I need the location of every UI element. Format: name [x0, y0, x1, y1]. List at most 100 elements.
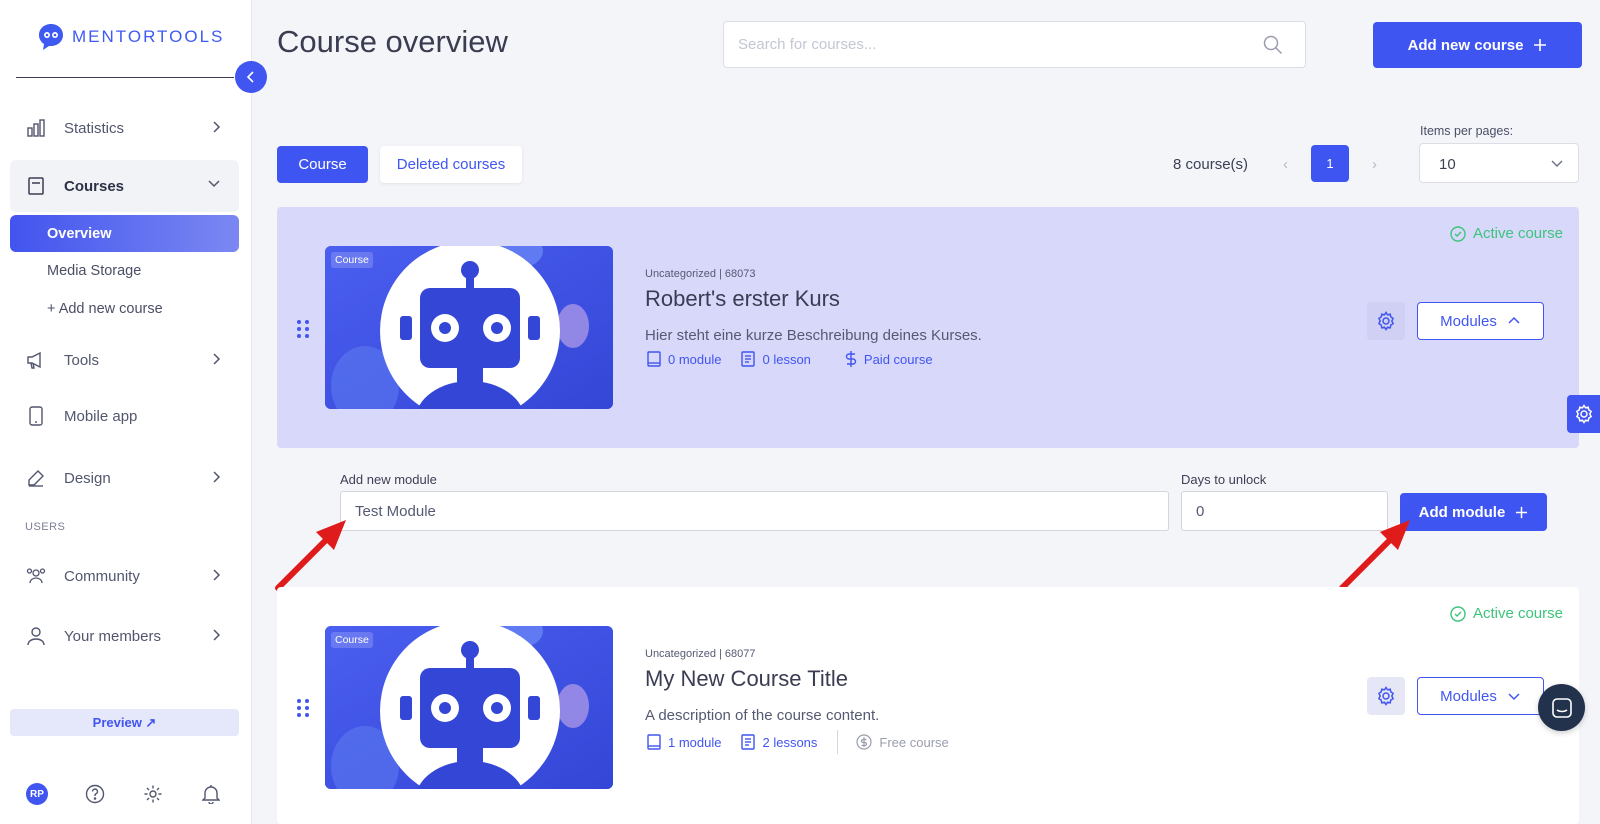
days-to-unlock-label: Days to unlock — [1181, 472, 1267, 487]
items-per-page-value: 10 — [1439, 156, 1456, 173]
gear-icon — [1575, 404, 1592, 424]
module-count-label: 1 module — [668, 734, 722, 750]
logo-icon — [39, 24, 63, 50]
sidebar-item-statistics[interactable]: Statistics — [10, 102, 239, 154]
search-icon[interactable] — [1263, 35, 1283, 55]
search-box — [723, 21, 1306, 68]
brand-logo[interactable]: MENTORTOOLS — [36, 22, 224, 52]
course-stats: 1 module 2 lessons Free course — [647, 730, 969, 754]
add-module-button[interactable]: Add module — [1400, 493, 1547, 531]
course-card: Course Uncategorized | 68073 Robert's er… — [277, 207, 1579, 448]
course-description: Hier steht eine kurze Beschreibung deine… — [645, 327, 982, 344]
sidebar-item-label: Design — [64, 469, 111, 487]
modules-toggle-button[interactable]: Modules — [1417, 302, 1544, 340]
collapse-sidebar-button[interactable] — [235, 61, 267, 93]
book-icon — [647, 734, 661, 750]
module-count[interactable]: 1 module — [647, 734, 721, 750]
users-section-label: USERS — [25, 521, 66, 533]
annotation-arrow — [1339, 520, 1410, 591]
lesson-count-label: 0 lesson — [762, 351, 811, 367]
robot-illustration — [325, 246, 613, 409]
preview-button[interactable]: Preview ↗ — [10, 709, 239, 736]
course-count: 8 course(s) — [1173, 156, 1249, 173]
status-label: Active course — [1472, 225, 1563, 242]
items-per-page-select[interactable]: 10 — [1419, 143, 1579, 183]
bell-icon[interactable] — [200, 783, 222, 805]
drag-handle-icon[interactable] — [297, 320, 309, 338]
lesson-count-label: 2 lessons — [762, 734, 818, 750]
course-stats: 0 module 0 lesson Paid course — [647, 350, 953, 368]
sidebar: MENTORTOOLS Statistics Courses Overview … — [0, 0, 252, 824]
phone-icon — [26, 406, 46, 426]
pricing-label: Free course — [879, 734, 949, 750]
lesson-count[interactable]: 0 lesson — [741, 351, 811, 367]
sidebar-item-label: Courses — [64, 177, 125, 195]
sidebar-subitem-overview[interactable]: Overview — [10, 215, 239, 252]
avatar[interactable]: RP — [26, 783, 48, 805]
course-thumbnail[interactable]: Course — [325, 626, 613, 789]
course-meta: Uncategorized | 68077 — [645, 648, 756, 660]
pagination-next-icon[interactable]: › — [1372, 156, 1377, 173]
sidebar-item-label: Tools — [64, 351, 100, 369]
people-icon — [26, 566, 46, 586]
lesson-count[interactable]: 2 lessons — [741, 734, 817, 750]
book-icon — [647, 351, 661, 367]
gear-icon — [1377, 311, 1395, 331]
course-title[interactable]: Robert's erster Kurs — [645, 286, 840, 312]
megaphone-icon — [26, 350, 46, 370]
sidebar-item-courses[interactable]: Courses — [10, 160, 239, 212]
sidebar-subitem-media-storage[interactable]: Media Storage — [10, 252, 239, 289]
module-name-input[interactable] — [341, 492, 1168, 530]
dollar-icon — [845, 351, 857, 367]
add-module-label: Add module — [1418, 503, 1506, 521]
tab-course[interactable]: Course — [277, 146, 368, 183]
course-settings-button[interactable] — [1367, 677, 1405, 715]
pagination-prev-icon[interactable]: ‹ — [1283, 156, 1288, 173]
check-circle-icon — [1450, 605, 1466, 622]
course-settings-button[interactable] — [1367, 302, 1405, 340]
annotation-arrow — [275, 520, 346, 591]
sidebar-item-your-members[interactable]: Your members — [10, 610, 239, 662]
tab-deleted-courses[interactable]: Deleted courses — [380, 146, 522, 183]
chat-launcher-button[interactable] — [1538, 684, 1585, 731]
sidebar-subitem-add-new-course[interactable]: + Add new course — [10, 290, 239, 327]
dollar-circle-icon — [856, 734, 873, 750]
sidebar-item-tools[interactable]: Tools — [10, 334, 239, 386]
module-count[interactable]: 0 module — [647, 351, 721, 367]
status-badge: Active course — [1450, 605, 1563, 622]
floating-settings-button[interactable] — [1567, 395, 1600, 433]
course-card: Course Uncategorized | 68077 My New Cour… — [277, 587, 1579, 824]
sidebar-item-design[interactable]: Design — [10, 452, 239, 504]
brand-name: MENTORTOOLS — [72, 27, 225, 46]
module-count-label: 0 module — [668, 351, 722, 367]
search-input[interactable] — [724, 22, 1244, 67]
sidebar-item-label: Mobile app — [64, 407, 138, 425]
course-title[interactable]: My New Course Title — [645, 666, 848, 692]
course-thumbnail[interactable]: Course — [325, 246, 613, 409]
add-new-course-button[interactable]: Add new course — [1373, 22, 1582, 68]
modules-button-label: Modules — [1440, 687, 1497, 705]
sidebar-item-label: Your members — [64, 627, 161, 645]
chevron-down-icon — [1550, 158, 1564, 168]
pagination-current-page[interactable]: 1 — [1311, 145, 1349, 182]
modules-button-label: Modules — [1440, 312, 1497, 330]
chevron-left-icon — [246, 71, 254, 83]
sidebar-item-mobile-app[interactable]: Mobile app — [10, 390, 239, 442]
sidebar-footer: RP — [26, 783, 226, 807]
sidebar-item-community[interactable]: Community — [10, 550, 239, 602]
pricing-type: Free course — [856, 734, 949, 750]
plus-icon — [1534, 39, 1547, 51]
settings-icon[interactable] — [142, 783, 164, 805]
add-new-course-label: Add new course — [1407, 36, 1524, 54]
help-icon[interactable] — [84, 783, 106, 805]
module-name-label: Add new module — [340, 472, 437, 487]
bar-chart-icon — [26, 118, 46, 138]
chat-icon — [1551, 697, 1572, 718]
drag-handle-icon[interactable] — [297, 699, 309, 717]
course-tag: Course — [331, 252, 373, 268]
pricing-type: Paid course — [845, 350, 933, 368]
chevron-right-icon — [211, 628, 221, 642]
modules-toggle-button[interactable]: Modules — [1417, 677, 1544, 715]
chevron-right-icon — [211, 352, 221, 366]
user-icon — [26, 626, 46, 646]
